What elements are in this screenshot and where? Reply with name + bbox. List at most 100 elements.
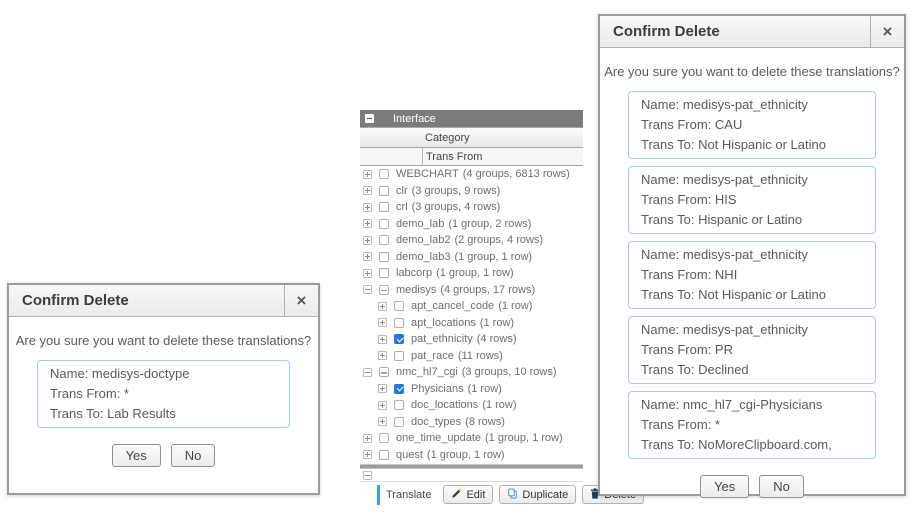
no-button[interactable]: No	[171, 444, 216, 467]
tree-row-label[interactable]: demo_lab2	[396, 234, 450, 246]
no-button[interactable]: No	[759, 475, 804, 498]
row-checkbox[interactable]	[394, 318, 404, 328]
tree-row-label[interactable]: apt_cancel_code	[411, 300, 494, 312]
pencil-icon	[451, 488, 462, 502]
panel-header: Interface	[360, 110, 583, 127]
expander-icon[interactable]	[363, 203, 372, 212]
row-checkbox[interactable]	[394, 384, 404, 394]
tree-row-label[interactable]: nmc_hl7_cgi	[396, 366, 458, 378]
row-checkbox[interactable]	[394, 351, 404, 361]
tree-row-label[interactable]: labcorp	[396, 267, 432, 279]
panel-toolbar: Translate Edit Duplicate Delete	[360, 482, 600, 507]
confirm-delete-dialog-right: Confirm Delete × Are you sure you want t…	[598, 14, 906, 496]
row-checkbox[interactable]	[379, 186, 389, 196]
expander-icon[interactable]	[378, 351, 387, 360]
row-checkbox[interactable]	[394, 400, 404, 410]
tree-row-label[interactable]: Physicians	[411, 383, 464, 395]
expander-icon[interactable]	[378, 417, 387, 426]
tree-row-label[interactable]: doc_types	[411, 416, 461, 428]
expander-icon[interactable]	[378, 318, 387, 327]
expander-icon[interactable]	[363, 186, 372, 195]
expander-icon[interactable]	[378, 401, 387, 410]
item-trans-to-line: Trans To: Not Hispanic or Latino	[641, 135, 869, 155]
row-checkbox[interactable]	[394, 301, 404, 311]
expander-icon[interactable]	[363, 471, 372, 480]
tree-row-count: (8 rows)	[465, 416, 505, 428]
close-icon[interactable]: ×	[870, 16, 904, 47]
tree-row-label[interactable]: WEBCHART	[396, 168, 459, 180]
tree-row-count: (1 group, 1 row)	[454, 251, 532, 263]
panel-header-title: Interface	[393, 113, 436, 125]
tree-row-count: (1 row)	[482, 399, 516, 411]
row-checkbox[interactable]	[379, 169, 389, 179]
expander-icon[interactable]	[363, 285, 372, 294]
tree-row-label[interactable]: pat_ethnicity	[411, 333, 473, 345]
tree-row: demo_lab3 (1 group, 1 row)	[360, 249, 583, 266]
row-checkbox[interactable]	[379, 235, 389, 245]
item-trans-from-line: Trans From: *	[50, 384, 283, 404]
footer-expander-row	[360, 469, 583, 482]
row-checkbox[interactable]	[394, 417, 404, 427]
row-checkbox[interactable]	[379, 202, 389, 212]
expander-icon[interactable]	[378, 384, 387, 393]
collapse-all-icon[interactable]	[365, 114, 374, 123]
interface-tree-panel: Interface Category Trans From WEBCHART (…	[360, 110, 583, 507]
expander-icon[interactable]	[363, 236, 372, 245]
expander-icon[interactable]	[363, 269, 372, 278]
tree-row: medisys (4 groups, 17 rows)	[360, 282, 583, 299]
tree-row-count: (11 rows)	[458, 350, 503, 362]
tree-row-label[interactable]: doc_locations	[411, 399, 478, 411]
row-checkbox[interactable]	[379, 367, 389, 377]
row-checkbox[interactable]	[379, 433, 389, 443]
tree-row-count: (2 groups, 4 rows)	[454, 234, 543, 246]
tree-row-count: (4 groups, 17 rows)	[440, 284, 535, 296]
row-checkbox[interactable]	[379, 252, 389, 262]
close-icon[interactable]: ×	[284, 285, 318, 316]
tree-row-label[interactable]: medisys	[396, 284, 436, 296]
dialog-title: Confirm Delete	[9, 285, 284, 316]
copy-icon	[507, 488, 518, 502]
duplicate-button-label: Duplicate	[522, 489, 568, 501]
expander-icon[interactable]	[378, 335, 387, 344]
tree-row: pat_ethnicity (4 rows)	[360, 331, 583, 348]
expander-icon[interactable]	[363, 252, 372, 261]
row-checkbox[interactable]	[379, 285, 389, 295]
tree-row-count: (3 groups, 9 rows)	[412, 185, 501, 197]
item-trans-to-line: Trans To: Lab Results	[50, 404, 283, 424]
expander-icon[interactable]	[363, 450, 372, 459]
tree-row-label[interactable]: demo_lab	[396, 218, 444, 230]
translation-item: Name: medisys-pat_ethnicity Trans From: …	[628, 316, 876, 384]
tree-row-label[interactable]: crl	[396, 201, 408, 213]
translation-item: Name: medisys-pat_ethnicity Trans From: …	[628, 91, 876, 159]
tree-row-label[interactable]: demo_lab3	[396, 251, 450, 263]
item-trans-to-line: Trans To: Declined	[641, 360, 869, 380]
row-checkbox[interactable]	[379, 450, 389, 460]
expander-icon[interactable]	[363, 368, 372, 377]
tree-row-label[interactable]: one_time_update	[396, 432, 481, 444]
edit-button[interactable]: Edit	[443, 485, 493, 504]
row-checkbox[interactable]	[379, 268, 389, 278]
tree-row-label[interactable]: apt_locations	[411, 317, 476, 329]
tab-translate[interactable]: Translate	[386, 489, 431, 501]
active-tab-accent	[377, 485, 380, 505]
yes-button[interactable]: Yes	[700, 475, 749, 498]
item-name-line: Name: nmc_hl7_cgi-Physicians	[641, 395, 869, 415]
expander-icon[interactable]	[378, 302, 387, 311]
tree-row-label[interactable]: quest	[396, 449, 423, 461]
translation-item: Name: medisys-doctype Trans From: * Tran…	[37, 360, 290, 428]
translation-item: Name: nmc_hl7_cgi-Physicians Trans From:…	[628, 391, 876, 459]
tree-row-label[interactable]: clr	[396, 185, 408, 197]
expander-icon[interactable]	[363, 170, 372, 179]
edit-button-label: Edit	[466, 489, 485, 501]
duplicate-button[interactable]: Duplicate	[499, 485, 576, 504]
tree-row: WEBCHART (4 groups, 6813 rows)	[360, 166, 583, 183]
expander-icon[interactable]	[363, 434, 372, 443]
dialog-buttons: Yes No	[600, 475, 904, 498]
expander-icon[interactable]	[363, 219, 372, 228]
tree-row: quest (1 group, 1 row)	[360, 447, 583, 464]
item-trans-from-line: Trans From: PR	[641, 340, 869, 360]
tree-row-label[interactable]: pat_race	[411, 350, 454, 362]
row-checkbox[interactable]	[394, 334, 404, 344]
row-checkbox[interactable]	[379, 219, 389, 229]
yes-button[interactable]: Yes	[112, 444, 161, 467]
